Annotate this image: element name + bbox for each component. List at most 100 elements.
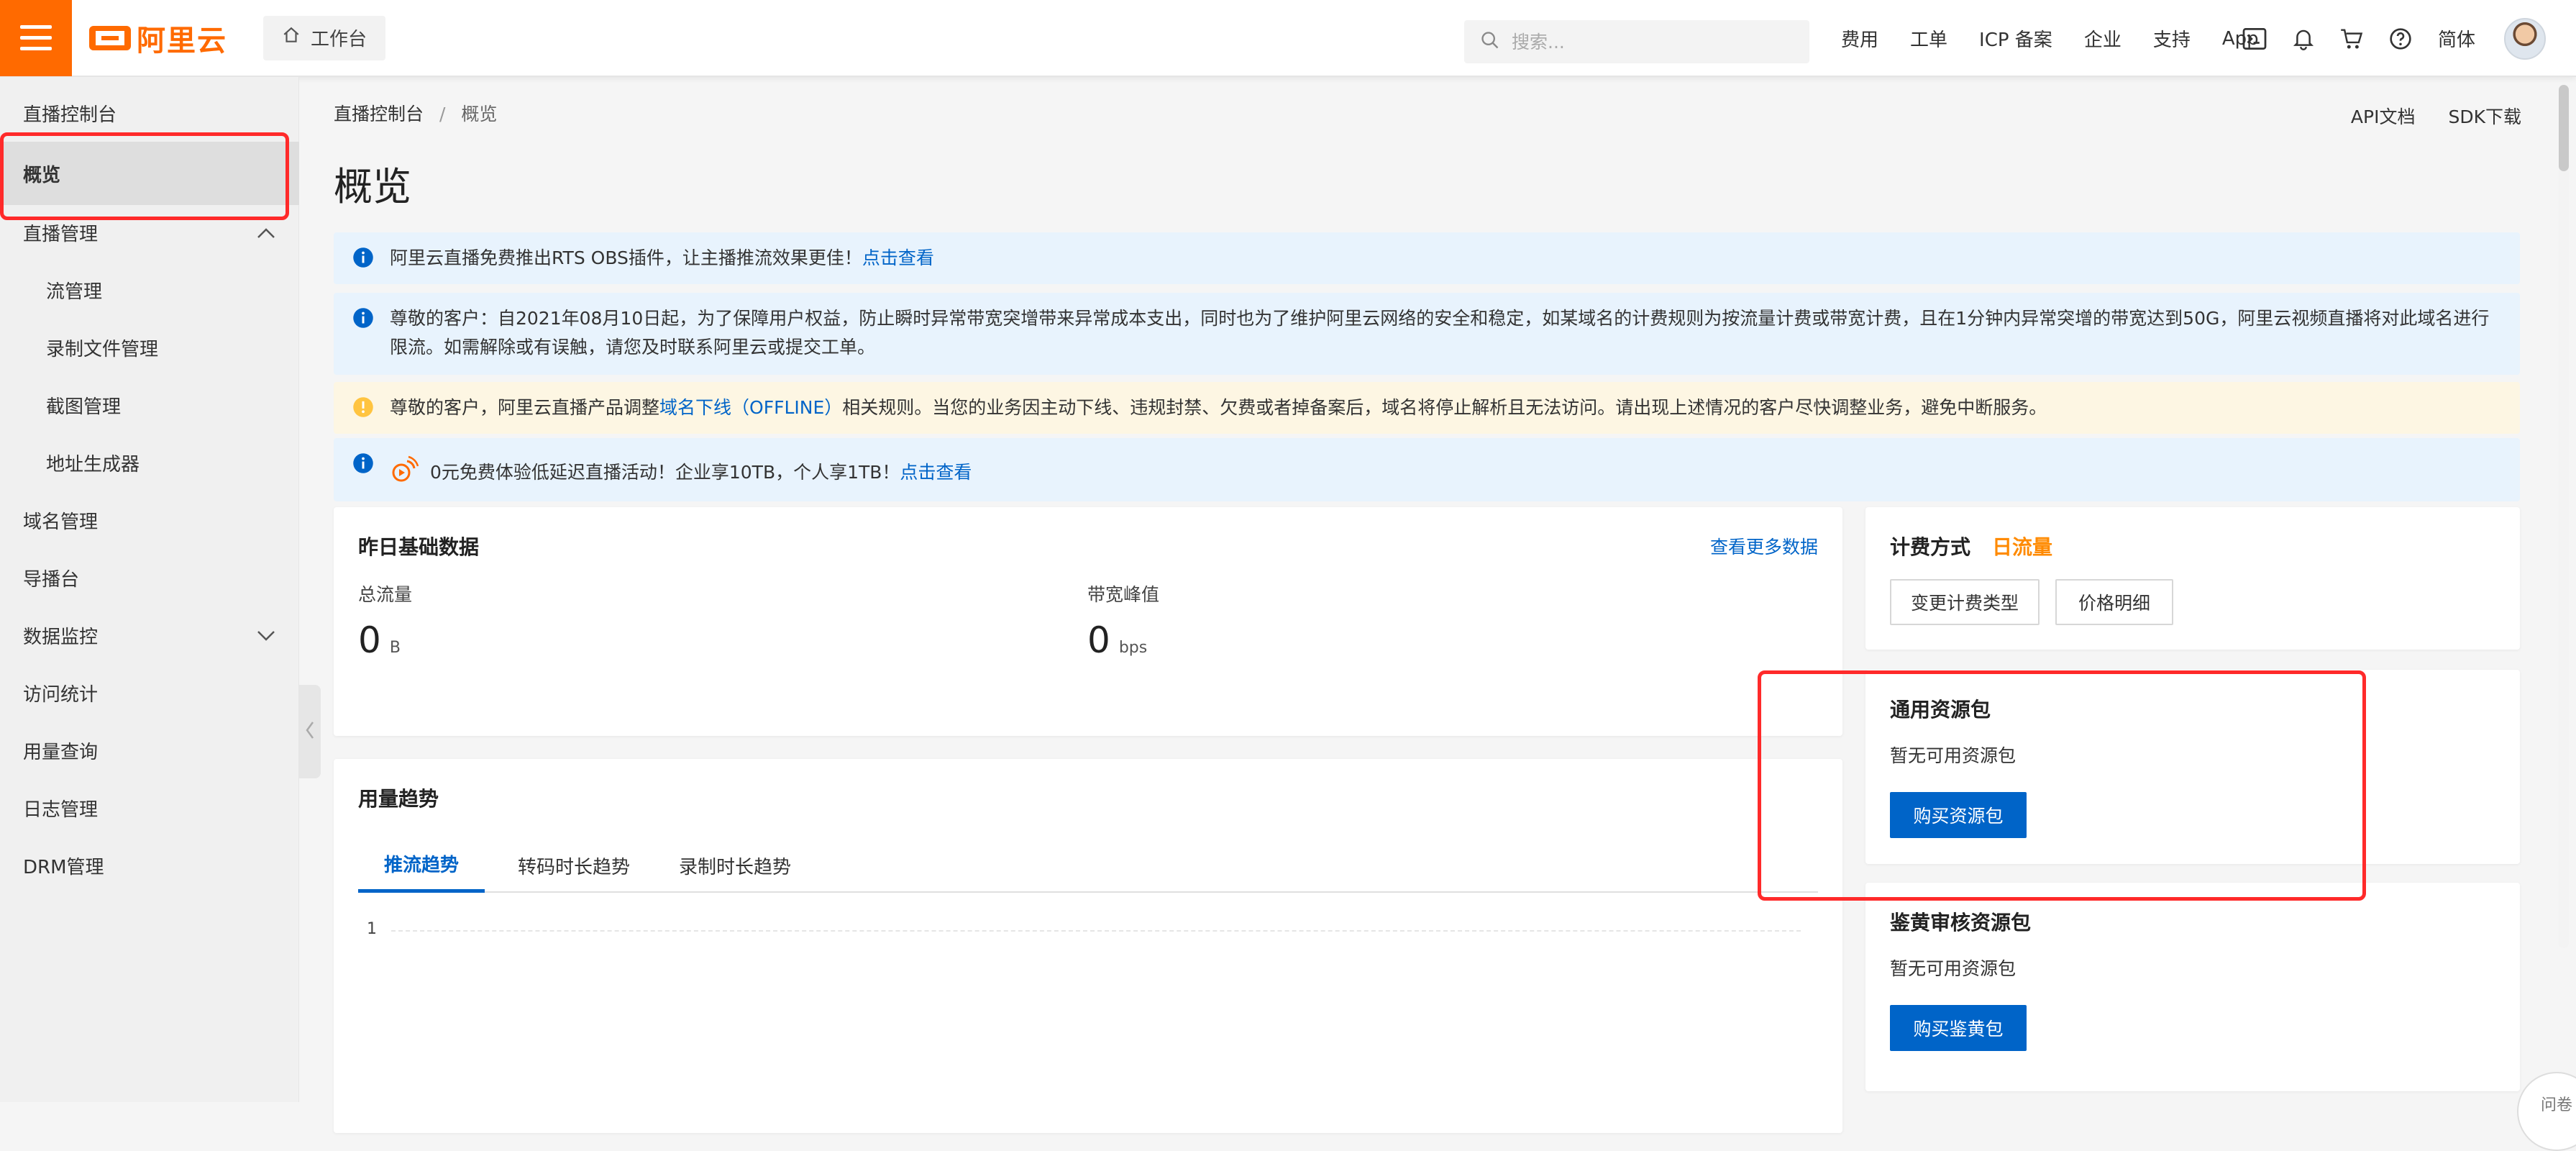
api-doc-link[interactable]: API文档 <box>2351 103 2416 129</box>
help-icon[interactable] <box>2389 27 2412 50</box>
search-icon <box>1480 30 1500 53</box>
sidebar-item-director[interactable]: 导播台 <box>0 549 299 606</box>
aliyun-logo[interactable]: 阿里云 <box>89 0 227 76</box>
menu-icon-bar <box>20 25 52 29</box>
yesterday-data-card: 昨日基础数据 查看更多数据 总流量 0B 带宽峰值 0 bps <box>334 507 1842 736</box>
top-link-billing[interactable]: 费用 <box>1841 25 1878 52</box>
terminal-icon[interactable] <box>2242 27 2267 50</box>
sidebar-item-usage-query[interactable]: 用量查询 <box>0 722 299 779</box>
notice-free-trial: 0元免费体验低延迟直播活动！企业享10TB，个人享1TB！点击查看 <box>334 438 2520 501</box>
general-package-card: 通用资源包 暂无可用资源包 购买资源包 <box>1865 670 2520 864</box>
doc-links: API文档 SDK下载 <box>2318 103 2521 129</box>
card-title: 昨日基础数据 <box>358 535 480 559</box>
top-link-enterprise[interactable]: 企业 <box>2084 25 2121 52</box>
top-link-support[interactable]: 支持 <box>2153 25 2191 52</box>
main-content: 直播控制台 / 概览 API文档 SDK下载 概览 阿里云直播免费推出RTS O… <box>299 77 2576 1133</box>
general-package-empty: 暂无可用资源包 <box>1890 745 2017 766</box>
sidebar-item-stream-management[interactable]: 流管理 <box>0 261 299 319</box>
top-links: 费用 工单 ICP 备案 企业 支持 App <box>1841 0 2290 77</box>
domain-offline-link[interactable]: 域名下线（OFFLINE） <box>659 397 842 418</box>
user-avatar[interactable] <box>2504 17 2547 60</box>
breadcrumb: 直播控制台 / 概览 <box>334 100 497 126</box>
price-detail-button[interactable]: 价格明细 <box>2055 579 2173 625</box>
cart-icon[interactable] <box>2340 28 2363 50</box>
sdk-download-link[interactable]: SDK下载 <box>2448 103 2521 129</box>
search-input[interactable] <box>1510 30 1798 53</box>
sidebar-item-access-stats[interactable]: 访问统计 <box>0 664 299 722</box>
info-icon <box>352 452 374 483</box>
card-title: 用量趋势 <box>358 787 439 811</box>
free-trial-view-link[interactable]: 点击查看 <box>900 462 972 483</box>
sidebar-item-label: 数据监控 <box>23 626 99 648</box>
notice-text-after: 相关规则。当您的业务因主动下线、违规封禁、欠费或者掉备案后，域名将停止解析且无法… <box>842 397 2047 418</box>
menu-icon-bar <box>20 36 52 40</box>
peak-bandwidth-unit: bps <box>1118 639 1148 657</box>
buy-review-package-button[interactable]: 购买鉴黄包 <box>1890 1005 2027 1051</box>
sidebar-item-overview[interactable]: 概览 <box>0 142 299 205</box>
tab-transcode-trend[interactable]: 转码时长趋势 <box>502 838 646 893</box>
top-link-icp[interactable]: ICP 备案 <box>1979 25 2052 52</box>
sidebar-item-recording-management[interactable]: 录制文件管理 <box>0 319 299 376</box>
sidebar-item-drm-management[interactable]: DRM管理 <box>0 837 299 894</box>
tab-record-trend[interactable]: 录制时长趋势 <box>663 838 807 893</box>
sidebar-item-domain-management[interactable]: 域名管理 <box>0 491 299 549</box>
hamburger-menu-button[interactable] <box>0 0 72 76</box>
total-traffic-unit: B <box>389 639 401 657</box>
notice-text: 尊敬的客户：自2021年08月10日起，为了保障用户权益，防止瞬时异常带宽突增带… <box>390 308 2490 358</box>
sidebar-item-live-management[interactable]: 直播管理 <box>0 204 299 261</box>
change-billing-type-button[interactable]: 变更计费类型 <box>1890 579 2040 625</box>
peak-bandwidth-number: 0 <box>1087 619 1110 661</box>
sidebar: 直播控制台 概览 直播管理 流管理 录制文件管理 截图管理 地址生成器 域名管理… <box>0 77 299 1102</box>
sidebar-item-data-monitoring[interactable]: 数据监控 <box>0 606 299 664</box>
tab-push-trend[interactable]: 推流趋势 <box>358 838 485 893</box>
bell-icon[interactable] <box>2293 27 2314 50</box>
notice-bandwidth-limit: 尊敬的客户：自2021年08月10日起，为了保障用户权益，防止瞬时异常带宽突增带… <box>334 293 2520 375</box>
notice-view-link[interactable]: 点击查看 <box>862 247 934 268</box>
info-icon <box>352 307 374 337</box>
total-traffic-value: 0B <box>358 619 401 661</box>
brand-name: 阿里云 <box>137 24 227 58</box>
notice-rts-obs: 阿里云直播免费推出RTS OBS插件，让主播推流效果更佳！点击查看 <box>334 232 2520 284</box>
review-package-card: 鉴黄审核资源包 暂无可用资源包 购买鉴黄包 <box>1865 883 2520 1091</box>
sidebar-console-title[interactable]: 直播控制台 <box>0 84 299 142</box>
notice-text-before: 尊敬的客户，阿里云直播产品调整 <box>390 397 660 418</box>
chevron-down-icon <box>256 627 276 648</box>
top-icons: 简体 <box>2242 0 2547 77</box>
global-search[interactable] <box>1464 20 1809 63</box>
warning-icon <box>352 396 374 427</box>
billing-type: 日流量 <box>1992 535 2053 559</box>
language-switch[interactable]: 简体 <box>2438 25 2475 52</box>
view-more-data-link[interactable]: 查看更多数据 <box>1710 533 1818 559</box>
breadcrumb-root[interactable]: 直播控制台 <box>334 104 424 124</box>
notice-domain-offline: 尊敬的客户，阿里云直播产品调整域名下线（OFFLINE）相关规则。当您的业务因主… <box>334 382 2520 434</box>
peak-bandwidth-value: 0 bps <box>1087 619 1147 661</box>
workbench-button[interactable]: 工作台 <box>263 15 386 60</box>
aliyun-logo-icon <box>89 25 131 50</box>
menu-icon-bar <box>20 47 52 50</box>
breadcrumb-current: 概览 <box>461 104 498 124</box>
billing-label: 计费方式 <box>1890 535 1971 559</box>
peak-bandwidth-label: 带宽峰值 <box>1087 584 1160 605</box>
info-icon <box>352 247 374 277</box>
sidebar-item-label: 直播管理 <box>23 223 99 245</box>
sidebar-item-snapshot-management[interactable]: 截图管理 <box>0 376 299 434</box>
chart-gridline <box>391 930 1801 932</box>
total-traffic-number: 0 <box>358 619 381 661</box>
y-axis-tick: 1 <box>367 920 377 938</box>
live-broadcast-icon <box>390 455 419 491</box>
scrollbar-track[interactable] <box>2559 85 2569 948</box>
sidebar-item-log-management[interactable]: 日志管理 <box>0 779 299 837</box>
chevron-up-icon <box>256 224 276 245</box>
home-icon <box>282 26 301 50</box>
notice-text: 阿里云直播免费推出RTS OBS插件，让主播推流效果更佳！ <box>390 247 862 268</box>
notice-text: 0元免费体验低延迟直播活动！企业享10TB，个人享1TB！ <box>429 462 900 483</box>
top-link-ticket[interactable]: 工单 <box>1910 25 1947 52</box>
billing-card: 计费方式 日流量 变更计费类型 价格明细 <box>1865 507 2520 650</box>
review-package-empty: 暂无可用资源包 <box>1890 958 2017 979</box>
sidebar-item-address-generator[interactable]: 地址生成器 <box>0 434 299 491</box>
total-traffic-label: 总流量 <box>358 584 413 605</box>
buy-resource-package-button[interactable]: 购买资源包 <box>1890 792 2027 838</box>
scrollbar-thumb[interactable] <box>2559 85 2569 171</box>
trend-tabs: 推流趋势 转码时长趋势 录制时长趋势 <box>358 838 1818 893</box>
review-package-title: 鉴黄审核资源包 <box>1890 911 2032 934</box>
